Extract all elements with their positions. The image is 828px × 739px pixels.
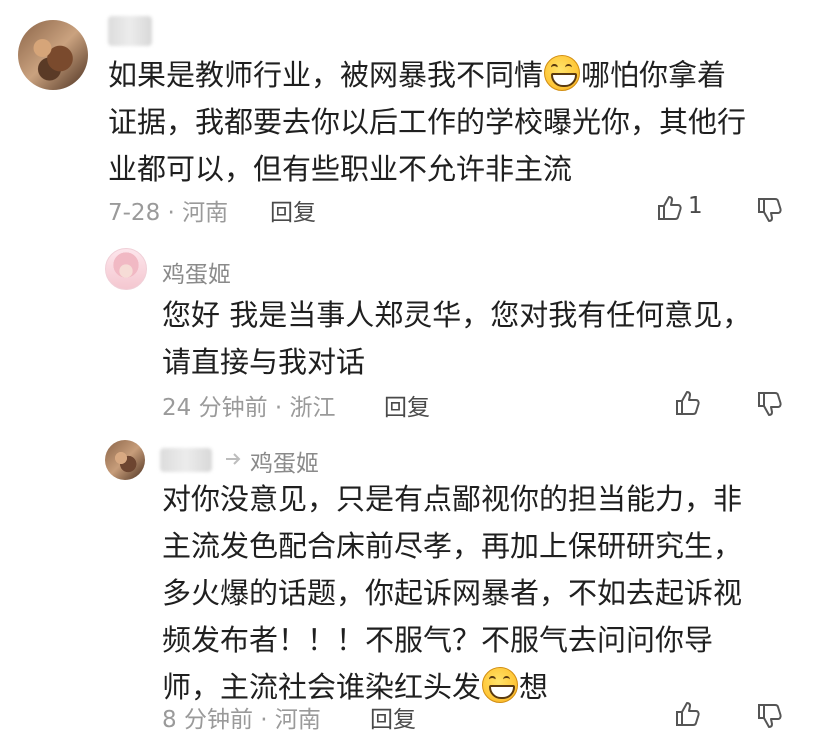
username-blurred[interactable] <box>108 16 152 46</box>
thumbs-down-icon[interactable] <box>756 196 784 224</box>
reply-button[interactable]: 回复 <box>384 388 430 422</box>
comment-meta: 24 分钟前 · 浙江 <box>162 395 336 421</box>
avatar[interactable] <box>105 440 145 480</box>
like-count: 1 <box>688 193 703 219</box>
reply-to-username[interactable]: 鸡蛋姬 <box>250 444 319 478</box>
thumbs-up-icon[interactable] <box>674 389 702 417</box>
comment-meta: 7-28 · 河南 <box>108 200 229 226</box>
comment-text: 您好 我是当事人郑灵华，您对我有任何意见， 请直接与我对话 <box>162 298 752 379</box>
reply-button[interactable]: 回复 <box>370 700 416 734</box>
username[interactable]: 鸡蛋姬 <box>162 255 231 289</box>
avatar[interactable] <box>105 248 147 290</box>
thumbs-up-icon[interactable] <box>674 700 702 728</box>
avatar[interactable] <box>18 20 88 90</box>
thumbs-up-icon[interactable] <box>656 194 684 222</box>
grin-emoji-icon <box>544 55 581 91</box>
thumbs-down-icon[interactable] <box>756 702 784 730</box>
username-blurred[interactable] <box>160 448 212 472</box>
thumbs-down-icon[interactable] <box>756 390 784 418</box>
reply-arrow-icon <box>226 453 241 465</box>
grin-emoji-icon <box>482 667 519 703</box>
comment-text: 对你没意见，只是有点鄙视你的担当能力，非 主流发色配合床前尽孝，再加上保研研究生… <box>162 482 743 704</box>
comment-text: 如果是教师行业，被网暴我不同情 哪怕你拿着 证据，我都要去你以后工作的学校曝光你，… <box>108 52 746 193</box>
comment-meta: 8 分钟前 · 河南 <box>162 707 321 733</box>
reply-button[interactable]: 回复 <box>270 193 316 227</box>
